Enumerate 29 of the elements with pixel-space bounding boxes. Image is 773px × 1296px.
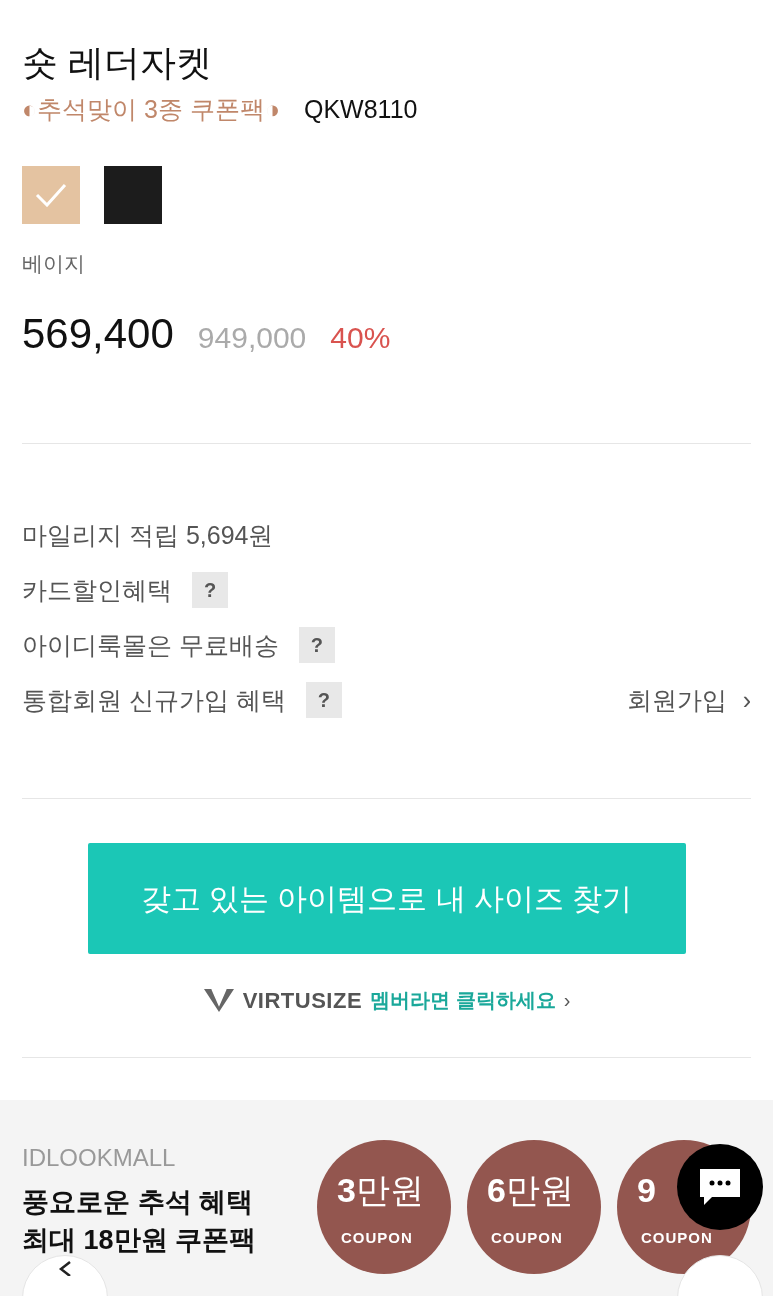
original-price: 949,000: [197, 319, 307, 356]
discount-rate: 40%: [330, 319, 391, 356]
color-name: 베이지: [22, 251, 86, 278]
brand-name: IDLOOKMALL: [22, 1142, 177, 1173]
sale-price: 569,400: [22, 308, 174, 359]
signup-link[interactable]: 회원가입 ›: [626, 681, 751, 720]
product-code: QKW8110: [304, 93, 418, 125]
member-link[interactable]: 멤버라면 클릭하세요 ›: [370, 985, 571, 1016]
benefit-text: 통합회원 신규가입 혜택: [22, 684, 286, 716]
product-title: 숏 레더자켓: [22, 41, 213, 85]
coupon-amount: 3만원: [337, 1169, 424, 1211]
promo-banner[interactable]: IDLOOKMALL 풍요로운 추석 혜택 최대 18만원 쿠폰팩 3만원 COUPON 6만원 COUPON 9 COUPON: [0, 1099, 773, 1296]
help-button[interactable]: ?: [298, 627, 335, 664]
coupon-amount: 6만원: [487, 1169, 574, 1211]
benefit-text: 카드할인혜택: [22, 574, 172, 606]
banner-headline: 최대 18만원 쿠폰팩: [22, 1223, 258, 1257]
coupon-label: COUPON: [341, 1227, 413, 1248]
coupon-badge[interactable]: 6만원 COUPON: [467, 1139, 601, 1274]
coupon-badge[interactable]: 3만원 COUPON: [317, 1139, 451, 1274]
brand-name: VIRTUSIZE: [242, 986, 363, 1015]
help-button[interactable]: ?: [192, 572, 228, 609]
help-button[interactable]: ?: [305, 682, 342, 719]
coupon-label: COUPON: [641, 1227, 713, 1248]
banner-headline: 풍요로운 추석 혜택: [22, 1185, 254, 1219]
benefit-text: 마일리지 적립 5,694원: [22, 519, 274, 551]
coupon-label: COUPON: [491, 1227, 563, 1248]
benefit-text: 아이디룩몰은 무료배송: [22, 629, 279, 661]
coupon-amount: 9: [637, 1169, 656, 1211]
promo-text: ◐추석맞이 3종 쿠폰팩◑: [22, 93, 280, 125]
